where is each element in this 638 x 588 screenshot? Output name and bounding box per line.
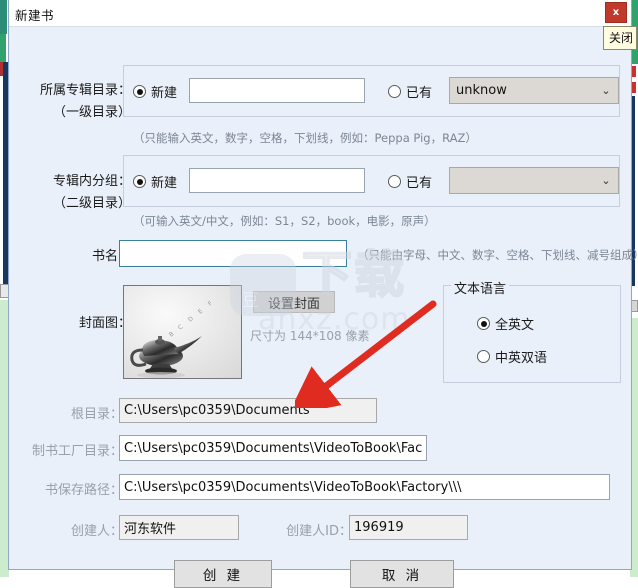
- album-new-radio-label: 新建: [151, 82, 177, 101]
- text-language-groupbox: [443, 285, 621, 383]
- group-existing-combo[interactable]: ⌄: [449, 167, 619, 194]
- album-hint: （只能输入英文，数字，空格，下划线，例如：Peppa Pig，RAZ）: [133, 130, 477, 146]
- album-label-line1: 所属专辑目录：: [21, 79, 131, 98]
- creator-name-label: 创建人：: [17, 520, 123, 539]
- background-window-left-green: [0, 34, 6, 62]
- factory-dir-label: 制书工厂目录：: [17, 440, 123, 459]
- language-all-english-label: 全英文: [495, 314, 534, 333]
- radio-dot-icon: [477, 317, 490, 330]
- save-path-label: 书保存路径：: [17, 479, 123, 498]
- album-existing-radio-label: 已有: [406, 82, 432, 101]
- radio-dot-icon: [477, 350, 490, 363]
- album-new-input[interactable]: [189, 78, 365, 103]
- book-name-hint: （只能由字母、中文、数字、空格、下划线、减号组成）: [357, 247, 638, 263]
- group-existing-radio-label: 已有: [406, 172, 432, 191]
- close-icon: x: [613, 7, 619, 18]
- group-label-line2: （二级目录）: [21, 192, 131, 211]
- book-name-input[interactable]: [119, 240, 347, 267]
- cancel-button[interactable]: 取 消: [350, 560, 454, 588]
- text-language-legend: 文本语言: [451, 278, 509, 297]
- dialog-title: 新建书: [15, 5, 54, 24]
- group-new-input[interactable]: [189, 168, 365, 193]
- creator-name-input[interactable]: [119, 515, 239, 540]
- radio-dot-icon: [388, 175, 401, 188]
- group-existing-radio[interactable]: 已有: [388, 172, 432, 191]
- close-button[interactable]: x: [605, 2, 627, 23]
- album-existing-radio[interactable]: 已有: [388, 82, 432, 101]
- creator-id-input[interactable]: [349, 515, 468, 540]
- dialog-body: 所属专辑目录： （一级目录） 新建 已有 unknow ⌄ （只能输入英文，数字…: [9, 27, 631, 569]
- background-window-left-teal: [0, 0, 7, 34]
- group-label-line1: 专辑内分组：: [21, 170, 131, 189]
- album-new-radio[interactable]: 新建: [133, 82, 177, 101]
- album-existing-combo-value: unknow: [456, 83, 600, 98]
- chevron-down-icon: ⌄: [600, 175, 612, 187]
- radio-dot-icon: [388, 85, 401, 98]
- factory-dir-input[interactable]: [119, 435, 427, 461]
- chevron-down-icon: ⌄: [600, 85, 612, 97]
- radio-dot-icon: [133, 85, 146, 98]
- root-dir-label: 根目录：: [17, 403, 123, 422]
- create-button[interactable]: 创 建: [174, 560, 272, 588]
- language-bilingual-radio[interactable]: 中英双语: [477, 347, 547, 366]
- root-dir-input[interactable]: [119, 398, 377, 423]
- group-new-radio[interactable]: 新建: [133, 172, 177, 191]
- language-all-english-radio[interactable]: 全英文: [477, 314, 534, 333]
- dialog-titlebar[interactable]: 新建书 x 关闭: [9, 0, 631, 27]
- cover-label: 封面图：: [21, 312, 131, 331]
- cover-image-preview[interactable]: a B C D E F: [123, 285, 242, 379]
- close-tooltip: 关闭: [603, 26, 637, 50]
- album-existing-combo[interactable]: unknow ⌄: [449, 77, 619, 104]
- cover-size-note: 尺寸为 144*108 像素: [250, 327, 369, 344]
- creator-id-label: 创建人ID：: [264, 520, 352, 539]
- group-new-radio-label: 新建: [151, 172, 177, 191]
- new-book-dialog: 新建书 x 关闭 所属专辑目录： （一级目录） 新建 已有 unknow ⌄ （…: [8, 0, 632, 570]
- language-bilingual-label: 中英双语: [495, 347, 547, 366]
- genie-lamp-image: a B C D E F: [124, 286, 242, 379]
- group-hint: （可输入英文/中文，例如：S1，S2，book，电影，原声）: [133, 213, 436, 229]
- set-cover-button[interactable]: 设置封面: [253, 291, 335, 313]
- album-label-line2: （一级目录）: [21, 101, 131, 120]
- book-name-label: 书名：: [21, 245, 131, 264]
- save-path-input[interactable]: [119, 474, 610, 500]
- radio-dot-icon: [133, 175, 146, 188]
